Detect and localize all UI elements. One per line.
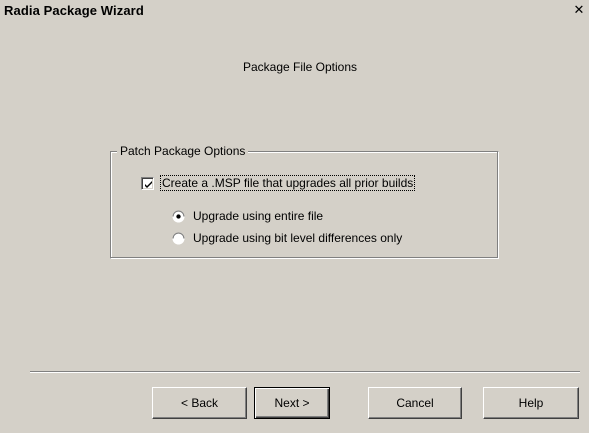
create-msp-checkbox[interactable] <box>141 177 154 190</box>
window-title: Radia Package Wizard <box>4 3 144 18</box>
page-title: Package File Options <box>242 60 358 74</box>
help-button[interactable]: Help <box>483 387 579 419</box>
button-separator <box>30 371 580 373</box>
cancel-button[interactable]: Cancel <box>368 387 462 419</box>
radio-unselected-icon[interactable] <box>172 232 185 245</box>
radio-label-entire-file[interactable]: Upgrade using entire file <box>193 209 323 223</box>
close-button[interactable]: ✕ <box>571 3 587 17</box>
create-msp-checkbox-label[interactable]: Create a .MSP file that upgrades all pri… <box>159 175 416 191</box>
radio-selected-icon[interactable] <box>172 210 185 223</box>
checkmark-icon <box>145 181 152 188</box>
close-icon: ✕ <box>573 2 585 17</box>
back-button[interactable]: < Back <box>152 387 247 419</box>
groupbox-legend: Patch Package Options <box>117 144 249 158</box>
wizard-window: Radia Package Wizard ✕ Package File Opti… <box>0 0 589 433</box>
next-button[interactable]: Next > <box>254 387 330 419</box>
title-bar: Radia Package Wizard ✕ <box>0 0 589 22</box>
radio-label-bit-level[interactable]: Upgrade using bit level differences only <box>193 231 402 245</box>
